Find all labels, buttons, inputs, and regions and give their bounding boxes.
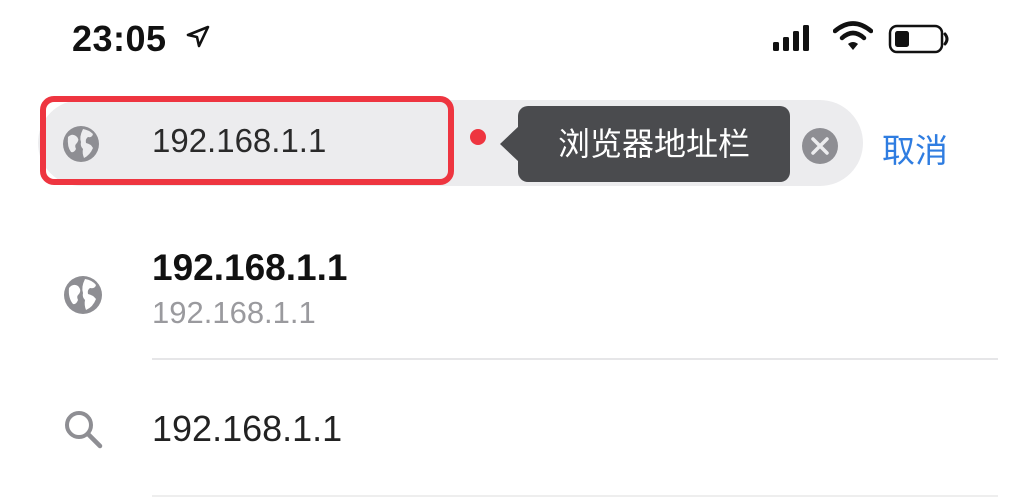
suggestion-search-row[interactable]: 192.168.1.1 [0,362,1009,500]
signal-icon [773,25,809,51]
search-icon [65,411,103,449]
divider [152,495,998,497]
globe-icon [64,276,102,314]
browser-search-screen: 23:05 192.168.1.1 浏览器地址栏 取消 192.168.1.1 … [0,0,1009,500]
cancel-button[interactable]: 取消 [882,124,948,172]
suggestion-title: 192.168.1.1 [152,247,348,288]
status-time: 23:05 [72,18,167,59]
battery-icon [888,24,949,54]
annotation-tooltip: 浏览器地址栏 [500,106,790,182]
clear-icon[interactable] [801,127,839,165]
annotation-dot [470,129,486,145]
address-highlight-box [40,96,454,185]
divider [152,358,998,360]
suggestion-subtitle: 192.168.1.1 [152,295,316,330]
location-arrow-icon [186,25,210,48]
suggestion-site-row[interactable]: 192.168.1.1 192.168.1.1 [0,225,1009,361]
wifi-icon [833,21,873,50]
suggestion-query: 192.168.1.1 [152,408,343,449]
